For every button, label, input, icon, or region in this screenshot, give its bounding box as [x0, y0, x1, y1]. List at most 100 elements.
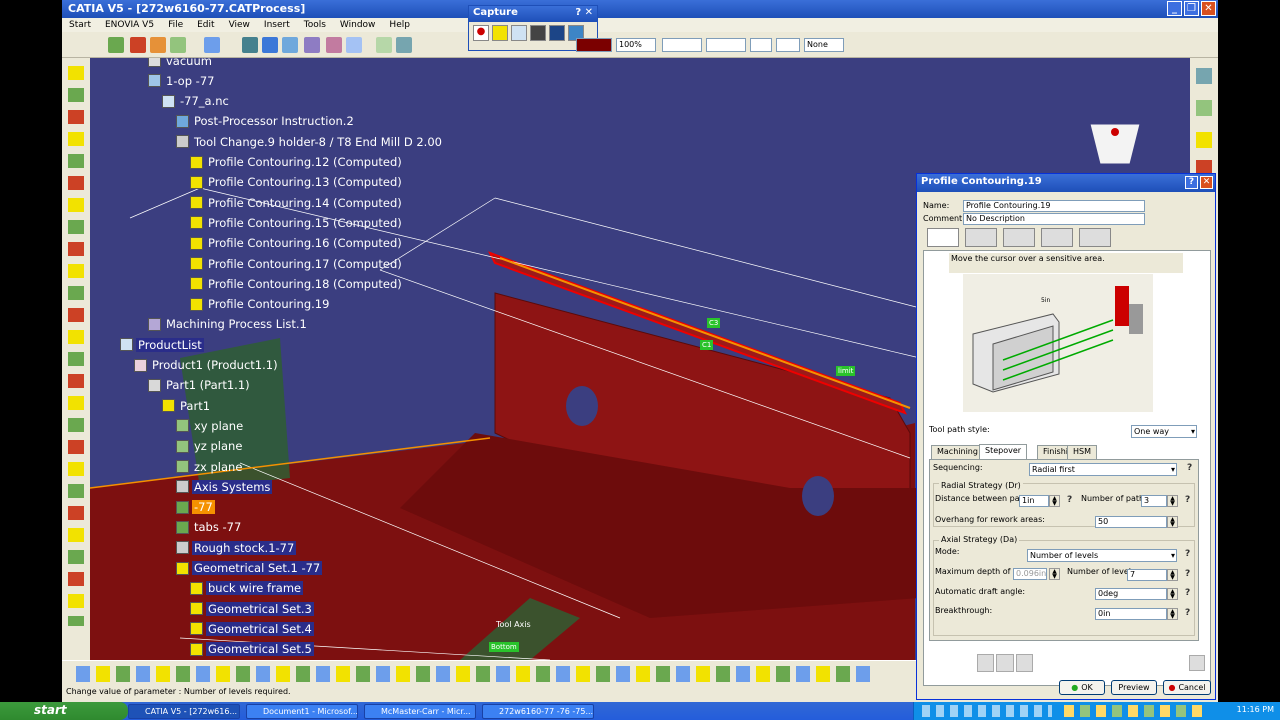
- restore-button[interactable]: ❐: [1184, 1, 1199, 16]
- color-select[interactable]: [576, 38, 612, 52]
- tree-node[interactable]: Rough stock.1-77: [176, 538, 297, 557]
- task-mcmaster[interactable]: McMaster-Carr - Micr...: [364, 704, 476, 719]
- strategy-tab-icon[interactable]: [927, 228, 959, 247]
- menu-edit[interactable]: Edit: [190, 20, 221, 30]
- dialog-close-button[interactable]: ✕: [1200, 176, 1213, 189]
- stepover-diagram[interactable]: 5in: [963, 274, 1153, 412]
- tree-node[interactable]: Profile Contouring.16 (Computed): [190, 234, 404, 253]
- tree-node[interactable]: xy plane: [176, 416, 245, 435]
- zoom-icon[interactable]: [304, 37, 320, 53]
- tree-node[interactable]: Profile Contouring.17 (Computed): [190, 254, 404, 273]
- tree-node[interactable]: Product1 (Product1.1): [134, 356, 280, 375]
- preview-button[interactable]: Preview: [1111, 680, 1157, 695]
- media-controls-icon[interactable]: [922, 705, 1052, 717]
- minimize-button[interactable]: _: [1167, 1, 1182, 16]
- tab-stepover[interactable]: Stepover: [979, 444, 1028, 459]
- tree-node[interactable]: Profile Contouring.12 (Computed): [190, 153, 404, 172]
- tree-node[interactable]: Part1: [162, 396, 212, 415]
- capture-image-icon[interactable]: [549, 25, 565, 41]
- pan-icon[interactable]: [326, 37, 342, 53]
- tree-node[interactable]: tabs -77: [176, 518, 243, 537]
- tree-node[interactable]: 1-op -77: [148, 71, 216, 90]
- tree-node[interactable]: Machining Process List.1: [148, 315, 309, 334]
- tool-path-replay-icon[interactable]: [977, 654, 995, 672]
- max-depth-input[interactable]: 0.096in: [1013, 568, 1047, 580]
- tree-node[interactable]: Axis Systems: [176, 477, 273, 496]
- tree-node[interactable]: Geometrical Set.4: [190, 619, 314, 638]
- draft-angle-help-icon[interactable]: ?: [1185, 588, 1190, 598]
- tree-node[interactable]: vacuum: [148, 58, 214, 70]
- capture-close-icon[interactable]: ? ✕: [575, 7, 593, 18]
- num-levels-help-icon[interactable]: ?: [1185, 569, 1190, 579]
- distance-input[interactable]: 1in: [1019, 495, 1049, 507]
- start-button[interactable]: start: [0, 702, 128, 720]
- replay-icon[interactable]: [150, 37, 166, 53]
- close-button[interactable]: ✕: [1201, 1, 1216, 16]
- menu-start[interactable]: Start: [62, 20, 98, 30]
- dialog-help-button[interactable]: ?: [1185, 176, 1198, 189]
- menu-view[interactable]: View: [222, 20, 257, 30]
- tool-path-icon[interactable]: [130, 37, 146, 53]
- tree-node[interactable]: buck wire frame: [190, 579, 304, 598]
- video-simulation-icon[interactable]: [996, 654, 1014, 672]
- tree-node[interactable]: Geometrical Set.5: [190, 640, 314, 659]
- machining-icon[interactable]: [108, 37, 124, 53]
- pointer-icon[interactable]: [1196, 132, 1212, 148]
- tree-node[interactable]: Profile Contouring.18 (Computed): [190, 274, 404, 293]
- feeds-tab-icon[interactable]: [1041, 228, 1073, 247]
- point-select[interactable]: [750, 38, 772, 52]
- tree-node[interactable]: -77: [176, 498, 215, 517]
- geometry-tab-icon[interactable]: [965, 228, 997, 247]
- tray-icons[interactable]: [1064, 705, 1204, 717]
- cancel-button[interactable]: ● Cancel: [1163, 680, 1211, 695]
- layer-num-select[interactable]: [776, 38, 800, 52]
- mode-help-icon[interactable]: ?: [1185, 549, 1190, 559]
- task-word[interactable]: Document1 - Microsof...: [246, 704, 358, 719]
- sequencing-help-icon[interactable]: ?: [1187, 463, 1192, 473]
- material-removal-icon[interactable]: [1015, 654, 1033, 672]
- num-levels-input[interactable]: 7: [1127, 569, 1167, 581]
- num-levels-spinner[interactable]: ▲ ▼: [1167, 569, 1178, 581]
- render-icon[interactable]: [282, 37, 298, 53]
- tree-node[interactable]: Tool Change.9 holder-8 / T8 End Mill D 2…: [176, 132, 444, 151]
- view-icon[interactable]: [242, 37, 258, 53]
- menu-help[interactable]: Help: [382, 20, 417, 30]
- rotate-icon[interactable]: [346, 37, 362, 53]
- tree-node[interactable]: Profile Contouring.15 (Computed): [190, 213, 404, 232]
- tree-node[interactable]: Geometrical Set.1 -77: [176, 559, 323, 578]
- mode-select[interactable]: Number of levels: [1027, 549, 1177, 562]
- tree-node[interactable]: Profile Contouring.19: [190, 295, 331, 314]
- draft-angle-input[interactable]: 0deg: [1095, 588, 1167, 600]
- operations-toolbar-icons[interactable]: [68, 66, 84, 626]
- tree-node[interactable]: Post-Processor Instruction.2: [176, 112, 356, 131]
- overhang-spinner[interactable]: ▲ ▼: [1167, 516, 1178, 528]
- nc-output-icon[interactable]: [204, 37, 220, 53]
- analyze-icon[interactable]: [1196, 100, 1212, 116]
- select-icon[interactable]: [492, 25, 508, 41]
- num-paths-help-icon[interactable]: ?: [1185, 495, 1190, 505]
- capture-options-icon[interactable]: [511, 25, 527, 41]
- menu-insert[interactable]: Insert: [257, 20, 297, 30]
- breakthrough-help-icon[interactable]: ?: [1185, 608, 1190, 618]
- sequencing-select[interactable]: Radial first: [1029, 463, 1177, 476]
- record-icon[interactable]: ●: [473, 25, 489, 41]
- breakthrough-spinner[interactable]: ▲ ▼: [1167, 608, 1178, 620]
- comment-input[interactable]: No Description: [963, 213, 1145, 225]
- zoom-select[interactable]: 100%: [616, 38, 656, 52]
- simulate-icon[interactable]: [170, 37, 186, 53]
- thickness-select[interactable]: [706, 38, 746, 52]
- tab-machining[interactable]: Machining: [931, 445, 984, 459]
- tree-node[interactable]: ProductList: [120, 335, 204, 354]
- tree-node[interactable]: yz plane: [176, 437, 244, 456]
- name-input[interactable]: Profile Contouring.19: [963, 200, 1145, 212]
- breakthrough-input[interactable]: 0in: [1095, 608, 1167, 620]
- tool-tab-icon[interactable]: [1003, 228, 1035, 247]
- menu-file[interactable]: File: [161, 20, 190, 30]
- task-folder[interactable]: 272w6160-77 -76 -75...: [482, 704, 594, 719]
- num-paths-spinner[interactable]: ▲ ▼: [1167, 495, 1178, 507]
- tree-node[interactable]: Geometrical Set.3: [190, 599, 314, 618]
- task-catia[interactable]: CATIA V5 - [272w616...: [128, 704, 240, 719]
- compass-icon[interactable]: [1196, 68, 1212, 84]
- overhang-input[interactable]: 50: [1095, 516, 1167, 528]
- tree-node[interactable]: Profile Contouring.13 (Computed): [190, 173, 404, 192]
